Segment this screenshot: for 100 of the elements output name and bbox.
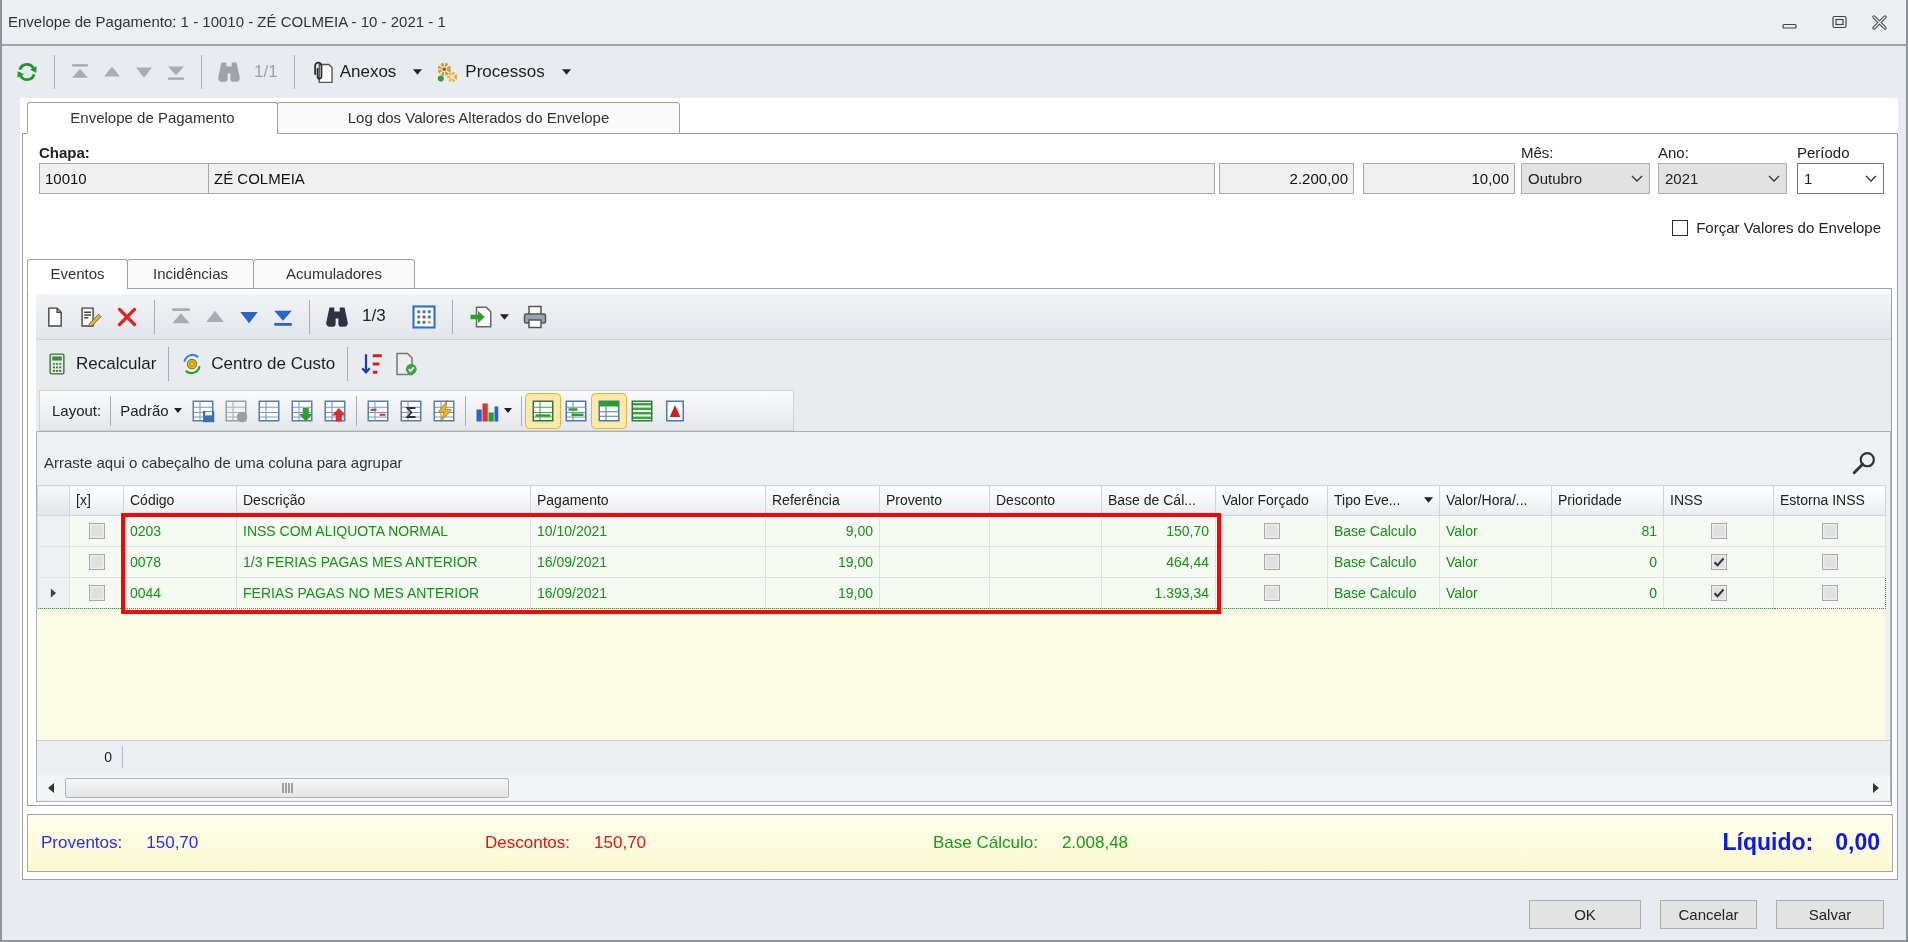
checkbox[interactable] [1821,523,1838,539]
total-label: Proventos: [41,832,123,854]
document-check-icon[interactable] [394,352,419,376]
search-icon[interactable] [1852,450,1876,475]
table-cell: 0078 [123,546,237,578]
grid-lines-icon[interactable] [524,392,561,429]
printer-icon[interactable] [522,304,547,329]
tab[interactable]: Acumuladores [253,259,415,289]
refresh-icon[interactable] [16,61,38,83]
summary-count: 0 [37,746,123,768]
total-value: 2.008,48 [1061,832,1129,854]
total-label: Líquido: [1722,829,1814,857]
table-cell: Base Calculo [1327,577,1440,609]
tab[interactable]: Incidências [127,259,254,289]
chapa-field[interactable]: 10010 [39,163,209,194]
grip-icon [281,783,293,793]
checkbox[interactable] [1710,585,1727,601]
edit-document-icon[interactable] [80,305,102,328]
checkbox[interactable] [88,523,105,539]
column-header[interactable]: Valor/Hora/... [1439,485,1552,516]
column-header[interactable]: Descrição [236,485,531,516]
dropdown[interactable]: Outubro [1521,163,1650,194]
column-header[interactable]: Estorna INSS [1773,485,1886,516]
table-cell: 19,00 [765,546,880,578]
checkbox[interactable] [1263,554,1280,570]
import-menu-button[interactable] [468,304,509,329]
lightning-table-icon[interactable] [431,398,456,423]
dropdown[interactable]: 2021 [1658,163,1787,194]
restore-icon[interactable] [1832,14,1847,30]
total-value: 150,70 [146,832,199,854]
column-header[interactable]: Prioridade [1551,485,1664,516]
cost-center-button[interactable]: Centro de Custo [181,352,336,376]
column-lines-icon[interactable] [365,398,390,423]
scrollbar-thumb[interactable] [65,778,509,798]
indicator-header [37,485,70,516]
dropdown[interactable]: 1 [1797,163,1884,194]
caret-icon [413,69,423,75]
total-value: 150,70 [594,832,647,854]
scroll-left-icon[interactable] [47,782,55,794]
layout-preset-button[interactable]: Padrão [120,401,182,420]
attachments-menu-button[interactable]: Anexos [310,61,423,83]
table-cell: Valor [1439,515,1552,547]
amount-field[interactable]: 10,00 [1363,163,1515,194]
save-button[interactable]: Salvar [1776,900,1884,929]
sort-icon[interactable] [360,352,385,376]
table-cell: Valor [1439,577,1552,609]
caret-icon [499,313,509,320]
tab[interactable]: Envelope de Pagamento [27,102,278,134]
tab[interactable]: Eventos [27,259,128,289]
checkbox[interactable] [1821,585,1838,601]
table-down-arrow-icon[interactable] [289,398,314,423]
checkbox[interactable] [88,585,105,601]
column-header[interactable]: Referência [765,485,880,516]
scroll-right-icon[interactable] [1872,782,1880,794]
table-cell: Base Calculo [1327,546,1440,578]
caret-icon [173,408,182,413]
sum-table-icon[interactable] [398,398,423,423]
table-cell: 0 [1551,546,1664,578]
checkbox[interactable] [1263,523,1280,539]
ok-button[interactable]: OK [1529,900,1641,929]
delete-icon[interactable] [116,305,138,328]
table-up-arrow-icon[interactable] [322,398,347,423]
close-icon[interactable] [1872,14,1887,30]
chevron-down-icon [1768,175,1780,182]
table-header-icon[interactable] [590,392,627,429]
checkbox[interactable] [1710,554,1727,570]
column-header[interactable]: Desconto [989,485,1102,516]
checkbox[interactable] [1672,220,1689,236]
column-header[interactable]: Pagamento [530,485,766,516]
table-cell: FERIAS PAGAS NO MES ANTERIOR [236,577,531,609]
processes-menu-button[interactable]: Processos [436,61,571,83]
horizontal-scrollbar[interactable] [37,776,1890,800]
table-icon[interactable] [256,398,281,423]
table-cell: INSS COM ALIQUOTA NORMAL [236,515,531,547]
row-indicator[interactable] [37,577,70,609]
save-layout-icon[interactable] [190,398,215,423]
column-header[interactable]: [x] [69,485,124,516]
row-lines-icon[interactable] [563,398,588,423]
column-header[interactable]: Provento [879,485,990,516]
column-header[interactable]: Código [123,485,237,516]
name-field[interactable]: ZÉ COLMEIA [209,163,1215,194]
checkbox-label: Forçar Valores do Envelope [1696,219,1881,237]
caret-icon [561,69,571,75]
binoculars-icon[interactable] [326,305,348,328]
column-header[interactable]: Tipo Eve... [1327,485,1440,516]
checkbox[interactable] [1263,585,1280,601]
table-cell: 0 [1551,577,1664,609]
checkbox[interactable] [88,554,105,570]
striped-table-icon[interactable] [629,398,654,423]
checkbox[interactable] [1710,523,1727,539]
amount-field[interactable]: 2.200,00 [1219,163,1354,194]
column-header[interactable]: INSS [1663,485,1774,516]
table-dot-icon[interactable] [223,398,248,423]
tab[interactable]: Log dos Valores Alterados do Envelope [277,102,680,134]
checkbox[interactable] [1821,554,1838,570]
recalculate-button[interactable]: Recalcular [46,352,157,376]
column-header[interactable]: Valor Forçado [1215,485,1328,516]
column-header[interactable]: Base de Cál... [1101,485,1216,516]
dots-grid-icon[interactable] [411,304,436,329]
cancel-button[interactable]: Cancelar [1660,900,1757,929]
